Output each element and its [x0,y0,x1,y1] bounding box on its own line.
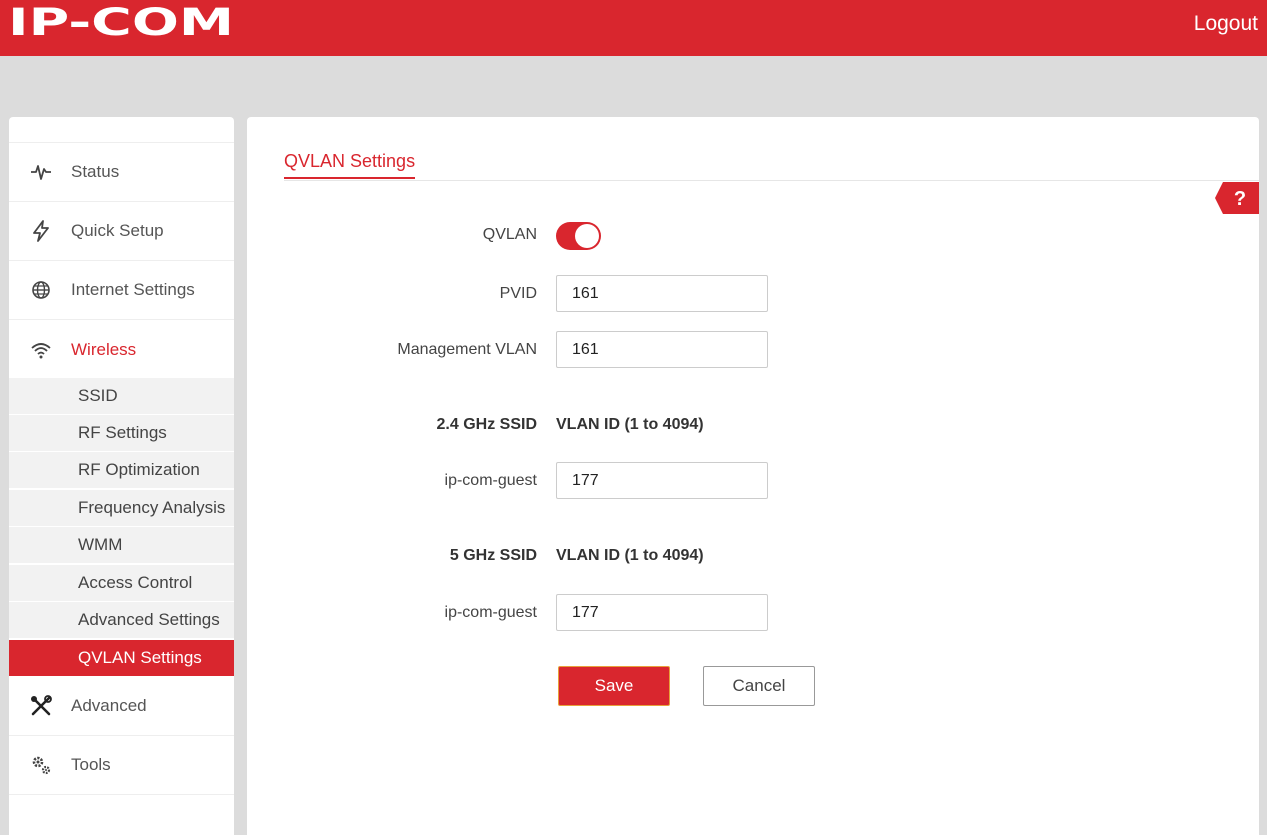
vlan-id-5ghz-input[interactable] [556,594,768,631]
ip-com-logo: IP-COM [8,4,234,38]
sidebar-item-label: Advanced [71,696,147,715]
main-content: QVLAN Settings ? QVLAN PVID Management V… [247,117,1259,835]
tools-icon [30,695,52,717]
sidebar-item-quick-setup[interactable]: Quick Setup [9,202,234,261]
management-vlan-label: Management VLAN [397,341,537,358]
sidebar-item-wireless[interactable]: Wireless [9,320,234,379]
sidebar-item-tools[interactable]: Tools [9,736,234,795]
sidebar-item-label: Wireless [71,339,137,359]
cancel-button[interactable]: Cancel [703,666,815,706]
sidebar-item-status[interactable]: Status [9,143,234,202]
vlan-id-header-5ghz: VLAN ID (1 to 4094) [556,547,704,564]
wifi-icon [30,339,52,361]
sidebar-item-label: Quick Setup [71,221,164,240]
page-title: QVLAN Settings [284,151,416,179]
lightning-icon [30,220,52,242]
help-icon: ? [1215,182,1259,214]
qvlan-label: QVLAN [482,226,537,243]
sidebar-item-label: Tools [71,755,111,774]
vlan-id-24ghz-input[interactable] [556,462,768,499]
sidebar-item-advanced[interactable]: Advanced [9,677,234,736]
sidebar-item-label: Internet Settings [71,280,195,299]
submenu-item-frequency-analysis[interactable]: Frequency Analysis [9,490,234,527]
submenu-item-ssid[interactable]: SSID [9,378,234,415]
pvid-label: PVID [499,285,537,302]
top-header: IP-COM Logout [0,0,1267,56]
submenu-item-access-control[interactable]: Access Control [9,565,234,602]
svg-text:?: ? [1234,188,1246,210]
qvlan-toggle[interactable] [556,222,601,250]
submenu-item-rf-settings[interactable]: RF Settings [9,415,234,452]
globe-icon [30,279,52,301]
sidebar: Status Quick Setup Internet Settings Wir… [9,117,234,835]
help-button[interactable]: ? [1215,182,1259,214]
pvid-input[interactable] [556,275,768,312]
ssid-5ghz-name: ip-com-guest [444,604,537,621]
management-vlan-input[interactable] [556,331,768,368]
divider [284,180,1259,181]
svg-text:IP-COM: IP-COM [8,4,234,38]
sidebar-item-internet-settings[interactable]: Internet Settings [9,261,234,320]
submenu-item-rf-optimization[interactable]: RF Optimization [9,452,234,489]
vlan-id-header-24ghz: VLAN ID (1 to 4094) [556,416,704,433]
ssid-5ghz-header: 5 GHz SSID [449,547,537,564]
ssid-24ghz-header: 2.4 GHz SSID [436,416,537,433]
submenu-item-qvlan-settings[interactable]: QVLAN Settings [9,640,234,677]
logout-link[interactable]: Logout [1194,12,1258,36]
sidebar-item-label: Status [71,162,120,181]
gears-icon [30,754,52,776]
save-button[interactable]: Save [558,666,670,706]
submenu-item-advanced-settings[interactable]: Advanced Settings [9,602,234,639]
toggle-knob [575,224,599,248]
pulse-icon [30,161,52,183]
submenu-item-wmm[interactable]: WMM [9,527,234,564]
ssid-24ghz-name: ip-com-guest [444,472,537,489]
